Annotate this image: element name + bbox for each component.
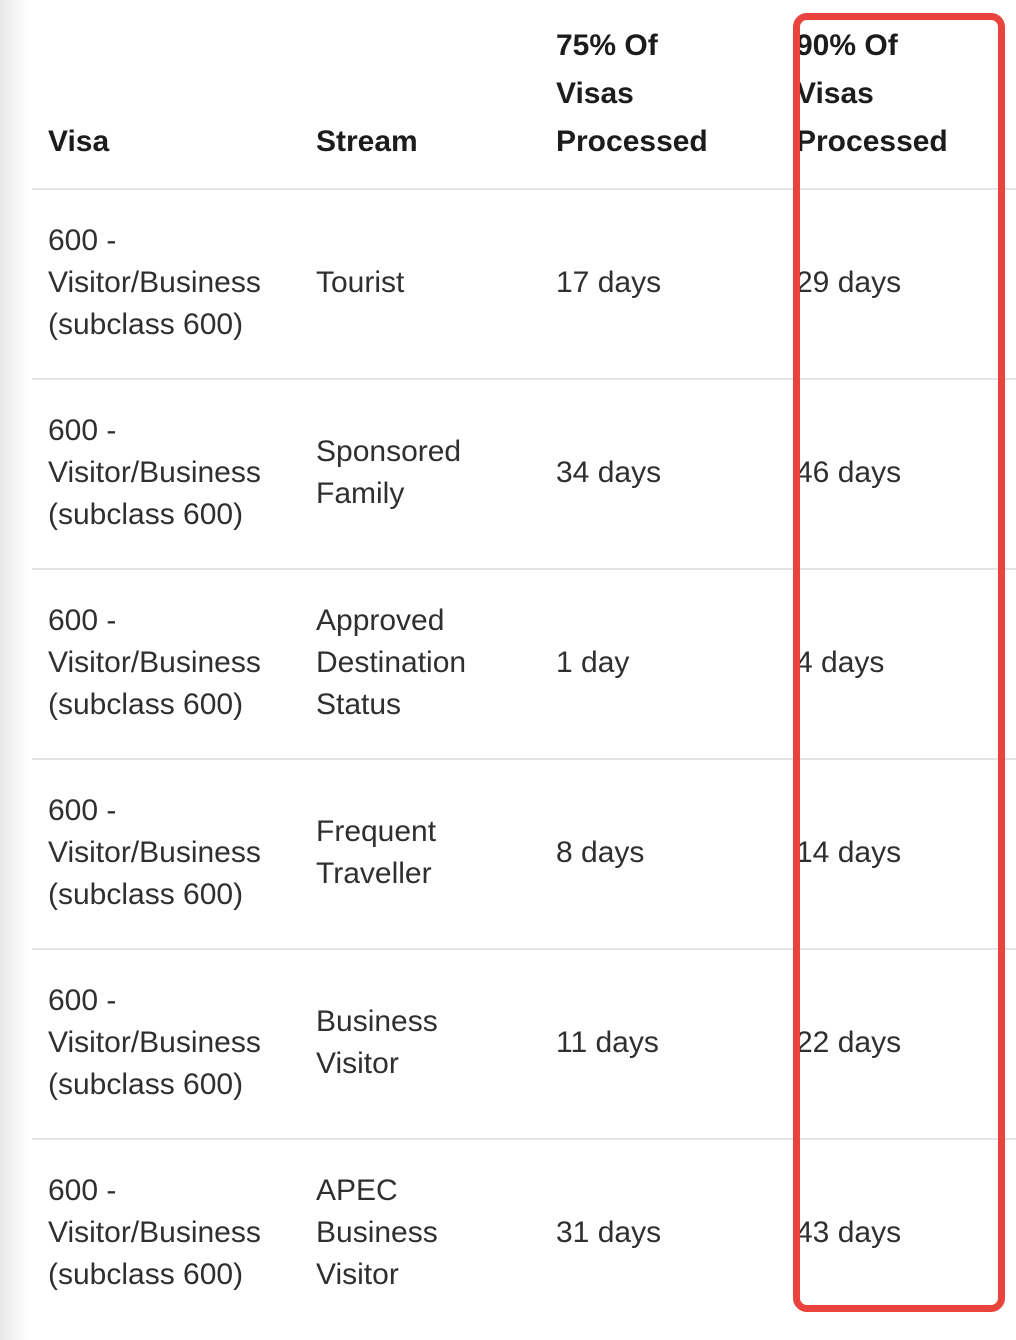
cell-visa-line-3: (subclass 600) bbox=[48, 688, 244, 721]
cell-90-percent: 43 days bbox=[796, 1216, 902, 1249]
cell-stream-line-1: Tourist bbox=[316, 266, 405, 299]
cell-visa: 600 - Visitor/Business (subclass 600) bbox=[0, 980, 308, 1106]
column-header-p75-line-3: Processed bbox=[556, 125, 708, 158]
cell-stream-line-3: Visitor bbox=[316, 1258, 399, 1291]
cell-stream: Tourist bbox=[308, 262, 548, 304]
cell-stream-line-1: Approved bbox=[316, 604, 445, 637]
cell-stream: Sponsored Family bbox=[308, 431, 548, 515]
column-header-stream-line-1: Stream bbox=[316, 125, 418, 158]
cell-visa: 600 - Visitor/Business (subclass 600) bbox=[0, 1170, 308, 1296]
cell-stream: APEC Business Visitor bbox=[308, 1170, 548, 1296]
table-row: 600 - Visitor/Business (subclass 600) Sp… bbox=[0, 378, 1016, 568]
cell-visa-line-3: (subclass 600) bbox=[48, 308, 244, 341]
column-header-90-percent-visas-processed: 90% Of Visas Processed bbox=[788, 22, 1016, 188]
cell-visa-line-3: (subclass 600) bbox=[48, 1258, 244, 1291]
cell-stream: Approved Destination Status bbox=[308, 600, 548, 726]
column-header-p90-line-3: Processed bbox=[796, 125, 948, 158]
cell-visa-line-1: 600 - bbox=[48, 224, 117, 257]
table-row: 600 - Visitor/Business (subclass 600) AP… bbox=[0, 1138, 1016, 1328]
table-row: 600 - Visitor/Business (subclass 600) Fr… bbox=[0, 758, 1016, 948]
cell-75-percent: 34 days bbox=[556, 456, 662, 489]
cell-visa: 600 - Visitor/Business (subclass 600) bbox=[0, 220, 308, 346]
cell-visa-line-1: 600 - bbox=[48, 794, 117, 827]
column-header-p90-line-2: Visas bbox=[796, 77, 874, 110]
cell-visa-line-2: Visitor/Business bbox=[48, 646, 261, 679]
cell-visa-line-2: Visitor/Business bbox=[48, 266, 261, 299]
cell-75-percent: 1 day bbox=[556, 646, 630, 679]
cell-75-percent: 31 days bbox=[556, 1216, 662, 1249]
table-row: 600 - Visitor/Business (subclass 600) Ap… bbox=[0, 568, 1016, 758]
column-header-p75-line-1: 75% Of bbox=[556, 29, 658, 62]
cell-90-percent: 29 days bbox=[796, 266, 902, 299]
column-header-stream: Stream bbox=[308, 118, 548, 188]
cell-visa: 600 - Visitor/Business (subclass 600) bbox=[0, 790, 308, 916]
column-header-75-percent-visas-processed: 75% Of Visas Processed bbox=[548, 22, 788, 188]
table-row: 600 - Visitor/Business (subclass 600) Bu… bbox=[0, 948, 1016, 1138]
cell-90-percent: 14 days bbox=[796, 836, 902, 869]
cell-stream-line-3: Status bbox=[316, 688, 402, 721]
cell-75-percent: 11 days bbox=[556, 1026, 659, 1059]
cell-stream-line-1: Frequent bbox=[316, 815, 437, 848]
column-header-visa: Visa bbox=[0, 118, 308, 188]
cell-stream-line-2: Business bbox=[316, 1216, 438, 1249]
cell-visa: 600 - Visitor/Business (subclass 600) bbox=[0, 410, 308, 536]
cell-stream: Business Visitor bbox=[308, 1001, 548, 1085]
cell-visa-line-2: Visitor/Business bbox=[48, 1216, 261, 1249]
cell-stream-line-1: APEC bbox=[316, 1174, 398, 1207]
cell-stream-line-2: Visitor bbox=[316, 1047, 399, 1080]
cell-90-percent: 22 days bbox=[796, 1026, 902, 1059]
visa-processing-times-table-page: Visa Stream 75% Of Visas Processed 90% O… bbox=[0, 0, 1016, 1340]
cell-visa-line-1: 600 - bbox=[48, 1174, 117, 1207]
cell-visa-line-2: Visitor/Business bbox=[48, 836, 261, 869]
cell-visa-line-3: (subclass 600) bbox=[48, 498, 244, 531]
cell-stream-line-1: Business bbox=[316, 1005, 438, 1038]
cell-visa-line-2: Visitor/Business bbox=[48, 1026, 261, 1059]
table-row: 600 - Visitor/Business (subclass 600) To… bbox=[0, 188, 1016, 378]
cell-75-percent: 17 days bbox=[556, 266, 662, 299]
cell-90-percent: 46 days bbox=[796, 456, 902, 489]
cell-90-percent: 4 days bbox=[796, 646, 885, 679]
cell-visa: 600 - Visitor/Business (subclass 600) bbox=[0, 600, 308, 726]
cell-visa-line-1: 600 - bbox=[48, 414, 117, 447]
cell-visa-line-2: Visitor/Business bbox=[48, 456, 261, 489]
cell-visa-line-1: 600 - bbox=[48, 604, 117, 637]
cell-visa-line-3: (subclass 600) bbox=[48, 878, 244, 911]
visa-processing-times-table: Visa Stream 75% Of Visas Processed 90% O… bbox=[0, 0, 1016, 1328]
cell-75-percent: 8 days bbox=[556, 836, 645, 869]
cell-stream: Frequent Traveller bbox=[308, 811, 548, 895]
cell-stream-line-2: Family bbox=[316, 477, 405, 510]
table-header-row: Visa Stream 75% Of Visas Processed 90% O… bbox=[0, 0, 1016, 188]
cell-stream-line-1: Sponsored bbox=[316, 435, 462, 468]
column-header-p90-line-1: 90% Of bbox=[796, 29, 898, 62]
cell-stream-line-2: Destination bbox=[316, 646, 467, 679]
cell-stream-line-2: Traveller bbox=[316, 857, 432, 890]
column-header-visa-line-1: Visa bbox=[48, 125, 110, 158]
column-header-p75-line-2: Visas bbox=[556, 77, 634, 110]
cell-visa-line-3: (subclass 600) bbox=[48, 1068, 244, 1101]
cell-visa-line-1: 600 - bbox=[48, 984, 117, 1017]
